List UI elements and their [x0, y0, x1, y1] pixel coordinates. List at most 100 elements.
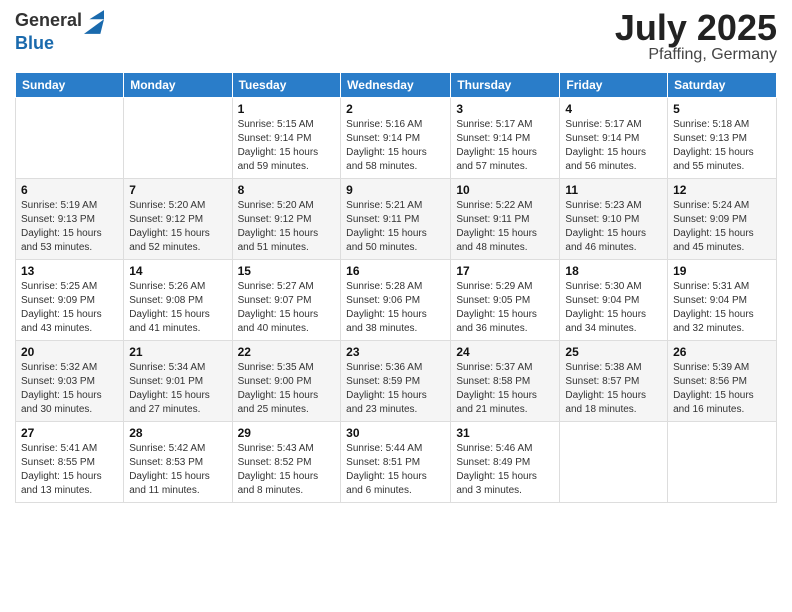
- day-number: 28: [129, 426, 226, 440]
- sunrise-text: Sunrise: 5:34 AM: [129, 361, 226, 375]
- day-number: 11: [565, 183, 662, 197]
- day-number: 9: [346, 183, 445, 197]
- header-tuesday: Tuesday: [232, 73, 341, 98]
- sunrise-text: Sunrise: 5:20 AM: [238, 199, 336, 213]
- daylight-text: Daylight: 15 hours and 40 minutes.: [238, 308, 336, 336]
- day-info: Sunrise: 5:36 AMSunset: 8:59 PMDaylight:…: [346, 361, 445, 417]
- daylight-text: Daylight: 15 hours and 18 minutes.: [565, 389, 662, 417]
- day-info: Sunrise: 5:46 AMSunset: 8:49 PMDaylight:…: [456, 442, 554, 498]
- table-row: 7 Sunrise: 5:20 AMSunset: 9:12 PMDaylight…: [124, 179, 232, 260]
- sunrise-text: Sunrise: 5:17 AM: [565, 118, 662, 132]
- calendar-week-1: 1 Sunrise: 5:15 AMSunset: 9:14 PMDaylight…: [16, 98, 777, 179]
- day-info: Sunrise: 5:18 AMSunset: 9:13 PMDaylight:…: [673, 118, 771, 174]
- day-info: Sunrise: 5:43 AMSunset: 8:52 PMDaylight:…: [238, 442, 336, 498]
- day-number: 13: [21, 264, 118, 278]
- sunset-text: Sunset: 8:55 PM: [21, 456, 118, 470]
- calendar-week-5: 27Sunrise: 5:41 AMSunset: 8:55 PMDayligh…: [16, 422, 777, 503]
- day-info: Sunrise: 5:38 AMSunset: 8:57 PMDaylight:…: [565, 361, 662, 417]
- day-number: 16: [346, 264, 445, 278]
- daylight-text: Daylight: 15 hours and 55 minutes.: [673, 146, 771, 174]
- sunrise-text: Sunrise: 5:29 AM: [456, 280, 554, 294]
- header: General Blue July 2025 Pfaffing, Germany: [15, 10, 777, 64]
- daylight-text: Daylight: 15 hours and 57 minutes.: [456, 146, 554, 174]
- day-info: Sunrise: 5:25 AMSunset: 9:09 PMDaylight:…: [21, 280, 118, 336]
- day-info: Sunrise: 5:30 AMSunset: 9:04 PMDaylight:…: [565, 280, 662, 336]
- table-row: 28Sunrise: 5:42 AMSunset: 8:53 PMDayligh…: [124, 422, 232, 503]
- day-number: 8: [238, 183, 336, 197]
- daylight-text: Daylight: 15 hours and 56 minutes.: [565, 146, 662, 174]
- sunrise-text: Sunrise: 5:42 AM: [129, 442, 226, 456]
- day-info: Sunrise: 5:21 AMSunset: 9:11 PMDaylight:…: [346, 199, 445, 255]
- table-row: 26Sunrise: 5:39 AMSunset: 8:56 PMDayligh…: [668, 341, 777, 422]
- day-info: Sunrise: 5:17 AMSunset: 9:14 PMDaylight:…: [456, 118, 554, 174]
- sunset-text: Sunset: 8:58 PM: [456, 375, 554, 389]
- daylight-text: Daylight: 15 hours and 43 minutes.: [21, 308, 118, 336]
- table-row: 4Sunrise: 5:17 AMSunset: 9:14 PMDaylight…: [560, 98, 668, 179]
- table-row: 31 Sunrise: 5:46 AMSunset: 8:49 PMDayligh…: [451, 422, 560, 503]
- daylight-text: Daylight: 15 hours and 8 minutes.: [238, 470, 336, 498]
- sunset-text: Sunset: 9:03 PM: [21, 375, 118, 389]
- day-info: Sunrise: 5:28 AMSunset: 9:06 PMDaylight:…: [346, 280, 445, 336]
- day-number: 26: [673, 345, 771, 359]
- day-number: 30: [346, 426, 445, 440]
- page: General Blue July 2025 Pfaffing, Germany…: [0, 0, 792, 612]
- day-number: 19: [673, 264, 771, 278]
- logo-bird-icon: [84, 10, 104, 34]
- table-row: 12Sunrise: 5:24 AMSunset: 9:09 PMDayligh…: [668, 179, 777, 260]
- day-number: 29: [238, 426, 336, 440]
- table-row: [16, 98, 124, 179]
- day-number: 5: [673, 102, 771, 116]
- day-info: Sunrise: 5:19 AMSunset: 9:13 PMDaylight:…: [21, 199, 118, 255]
- day-info: Sunrise: 5:15 AMSunset: 9:14 PMDaylight:…: [238, 118, 336, 174]
- daylight-text: Daylight: 15 hours and 38 minutes.: [346, 308, 445, 336]
- table-row: 18Sunrise: 5:30 AMSunset: 9:04 PMDayligh…: [560, 260, 668, 341]
- day-number: 24: [456, 345, 554, 359]
- sunrise-text: Sunrise: 5:38 AM: [565, 361, 662, 375]
- sunrise-text: Sunrise: 5:36 AM: [346, 361, 445, 375]
- day-info: Sunrise: 5:35 AMSunset: 9:00 PMDaylight:…: [238, 361, 336, 417]
- daylight-text: Daylight: 15 hours and 23 minutes.: [346, 389, 445, 417]
- sunset-text: Sunset: 8:51 PM: [346, 456, 445, 470]
- daylight-text: Daylight: 15 hours and 53 minutes.: [21, 227, 118, 255]
- sunrise-text: Sunrise: 5:25 AM: [21, 280, 118, 294]
- title-block: July 2025 Pfaffing, Germany: [615, 10, 777, 64]
- table-row: 23Sunrise: 5:36 AMSunset: 8:59 PMDayligh…: [341, 341, 451, 422]
- sunset-text: Sunset: 9:05 PM: [456, 294, 554, 308]
- table-row: 11Sunrise: 5:23 AMSunset: 9:10 PMDayligh…: [560, 179, 668, 260]
- day-info: Sunrise: 5:41 AMSunset: 8:55 PMDaylight:…: [21, 442, 118, 498]
- sunrise-text: Sunrise: 5:27 AM: [238, 280, 336, 294]
- table-row: 22Sunrise: 5:35 AMSunset: 9:00 PMDayligh…: [232, 341, 341, 422]
- day-number: 6: [21, 183, 118, 197]
- daylight-text: Daylight: 15 hours and 16 minutes.: [673, 389, 771, 417]
- day-number: 7: [129, 183, 226, 197]
- table-row: 14Sunrise: 5:26 AMSunset: 9:08 PMDayligh…: [124, 260, 232, 341]
- sunrise-text: Sunrise: 5:46 AM: [456, 442, 554, 456]
- sunset-text: Sunset: 9:00 PM: [238, 375, 336, 389]
- table-row: 6 Sunrise: 5:19 AMSunset: 9:13 PMDaylight…: [16, 179, 124, 260]
- day-number: 31: [456, 426, 554, 440]
- daylight-text: Daylight: 15 hours and 59 minutes.: [238, 146, 336, 174]
- header-monday: Monday: [124, 73, 232, 98]
- sunset-text: Sunset: 8:49 PM: [456, 456, 554, 470]
- sunset-text: Sunset: 9:10 PM: [565, 213, 662, 227]
- day-info: Sunrise: 5:17 AMSunset: 9:14 PMDaylight:…: [565, 118, 662, 174]
- sunrise-text: Sunrise: 5:24 AM: [673, 199, 771, 213]
- day-info: Sunrise: 5:24 AMSunset: 9:09 PMDaylight:…: [673, 199, 771, 255]
- table-row: 21Sunrise: 5:34 AMSunset: 9:01 PMDayligh…: [124, 341, 232, 422]
- daylight-text: Daylight: 15 hours and 58 minutes.: [346, 146, 445, 174]
- sunset-text: Sunset: 9:09 PM: [21, 294, 118, 308]
- sunrise-text: Sunrise: 5:31 AM: [673, 280, 771, 294]
- table-row: 1 Sunrise: 5:15 AMSunset: 9:14 PMDaylight…: [232, 98, 341, 179]
- day-info: Sunrise: 5:31 AMSunset: 9:04 PMDaylight:…: [673, 280, 771, 336]
- day-number: 1: [238, 102, 336, 116]
- table-row: [124, 98, 232, 179]
- sunset-text: Sunset: 8:59 PM: [346, 375, 445, 389]
- daylight-text: Daylight: 15 hours and 32 minutes.: [673, 308, 771, 336]
- table-row: 27Sunrise: 5:41 AMSunset: 8:55 PMDayligh…: [16, 422, 124, 503]
- header-sunday: Sunday: [16, 73, 124, 98]
- daylight-text: Daylight: 15 hours and 30 minutes.: [21, 389, 118, 417]
- calendar-week-4: 20Sunrise: 5:32 AMSunset: 9:03 PMDayligh…: [16, 341, 777, 422]
- day-info: Sunrise: 5:20 AMSunset: 9:12 PMDaylight:…: [129, 199, 226, 255]
- table-row: 9 Sunrise: 5:21 AMSunset: 9:11 PMDaylight…: [341, 179, 451, 260]
- sunset-text: Sunset: 9:11 PM: [346, 213, 445, 227]
